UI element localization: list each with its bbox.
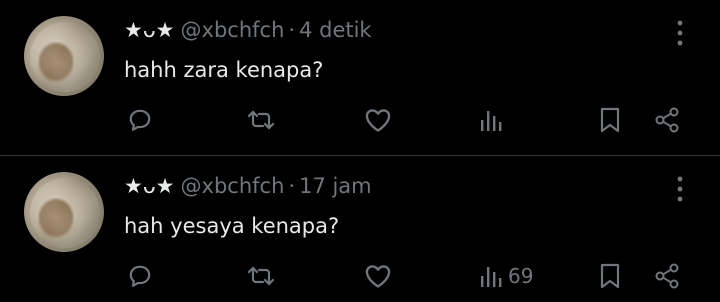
- reply-icon: [127, 107, 153, 133]
- tweet-header: ★ᴗ★ @xbchfch · 4 detik: [124, 17, 372, 43]
- share-button[interactable]: [653, 106, 681, 134]
- timestamp[interactable]: 4 detik: [299, 18, 372, 42]
- timestamp[interactable]: 17 jam: [299, 174, 372, 198]
- views-count: 69: [508, 264, 534, 288]
- tweet-header: ★ᴗ★ @xbchfch · 17 jam: [124, 173, 372, 199]
- share-button[interactable]: [653, 262, 681, 290]
- like-button[interactable]: [364, 106, 392, 134]
- bookmark-button[interactable]: [598, 106, 622, 134]
- views-button[interactable]: [478, 106, 508, 134]
- tweet-item[interactable]: ★ᴗ★ @xbchfch · 17 jam hah yesaya kenapa? 69: [0, 156, 720, 302]
- heart-icon: [364, 263, 392, 289]
- views-button[interactable]: 69: [478, 262, 533, 290]
- display-name[interactable]: ★ᴗ★: [124, 174, 175, 198]
- avatar[interactable]: [24, 16, 104, 96]
- heart-icon: [364, 107, 392, 133]
- retweet-button[interactable]: [246, 106, 276, 134]
- reply-icon: [127, 263, 153, 289]
- bookmark-icon: [598, 262, 622, 290]
- tweet-feed: ★ᴗ★@xbchfch·4 detik hahh zara kenapa?: [0, 0, 720, 302]
- more-icon[interactable]: [670, 174, 690, 204]
- share-icon: [653, 262, 681, 290]
- more-icon[interactable]: [670, 18, 690, 48]
- display-name[interactable]: ★ᴗ★: [124, 18, 175, 42]
- retweet-icon: [246, 107, 276, 133]
- tweet-item[interactable]: ★ᴗ★ @xbchfch · 4 detik hahh zara kenapa?: [0, 0, 720, 155]
- views-icon: [478, 107, 504, 133]
- bookmark-button[interactable]: [598, 262, 622, 290]
- retweet-button[interactable]: [246, 262, 276, 290]
- separator-dot: ·: [288, 18, 296, 42]
- bookmark-icon: [598, 106, 622, 134]
- separator-dot: ·: [288, 174, 296, 198]
- retweet-icon: [246, 263, 276, 289]
- views-icon: [478, 263, 504, 289]
- tweet-text: hahh zara kenapa?: [124, 58, 324, 82]
- avatar[interactable]: [24, 172, 104, 252]
- like-button[interactable]: [364, 262, 392, 290]
- share-icon: [653, 106, 681, 134]
- user-handle[interactable]: @xbchfch: [181, 174, 285, 198]
- reply-button[interactable]: [127, 106, 153, 134]
- reply-button[interactable]: [127, 262, 153, 290]
- tweet-text: hah yesaya kenapa?: [124, 214, 340, 238]
- user-handle[interactable]: @xbchfch: [181, 18, 285, 42]
